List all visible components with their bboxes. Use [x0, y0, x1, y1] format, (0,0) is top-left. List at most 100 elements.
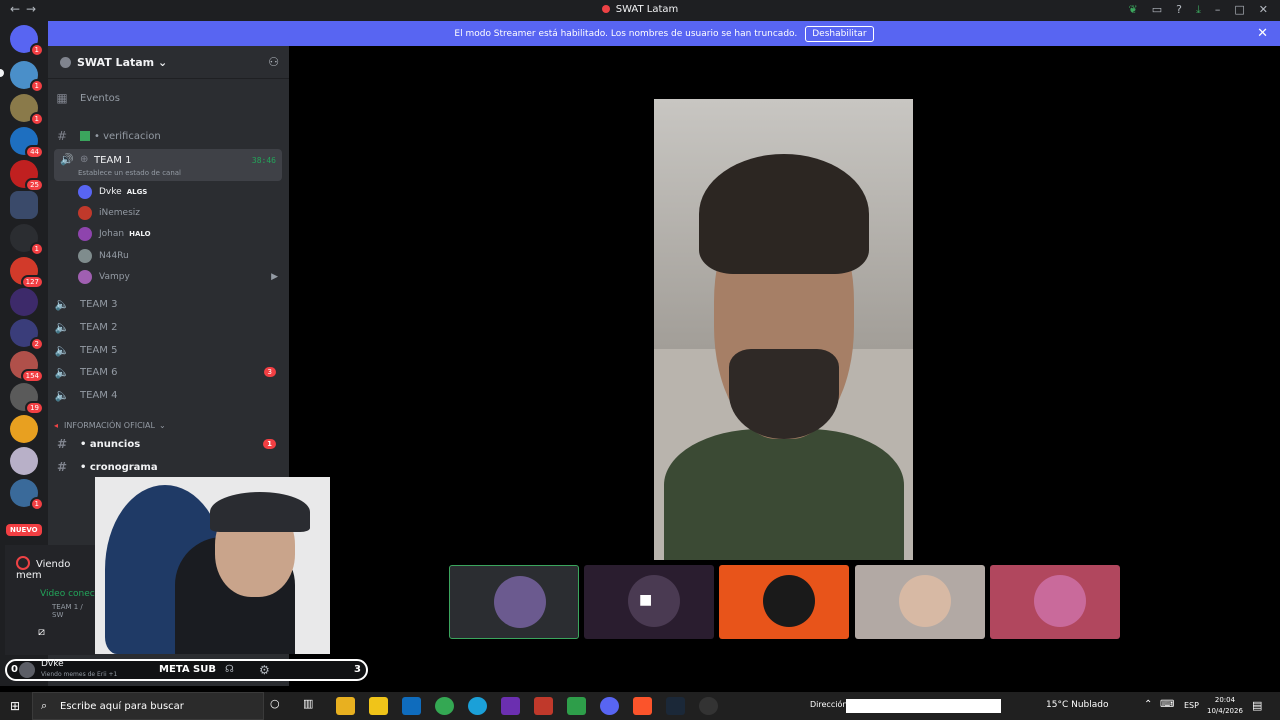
voice-channel-team3[interactable]: 🔈 TEAM 3: [54, 294, 282, 314]
address-input[interactable]: [846, 699, 1001, 713]
server-icon[interactable]: 25: [10, 160, 44, 192]
server-icon[interactable]: 127: [10, 257, 44, 289]
start-button[interactable]: ⊞: [10, 699, 20, 713]
avatar: [78, 249, 92, 263]
cortana-icon[interactable]: ○: [270, 697, 289, 715]
server-icon[interactable]: 1: [10, 224, 44, 256]
weather-widget[interactable]: 15°C Nublado: [1046, 700, 1108, 710]
category-info[interactable]: ◂ INFORMACIÓN OFICIAL ⌄: [54, 415, 282, 435]
address-label: Dirección: [810, 700, 848, 709]
participant-tile[interactable]: [719, 565, 849, 639]
server-icon[interactable]: 154: [10, 351, 44, 383]
server-icon[interactable]: [10, 191, 38, 219]
voice-member[interactable]: N44Ru: [78, 247, 129, 265]
close-icon[interactable]: ✕: [1257, 26, 1268, 41]
settings-gear-icon[interactable]: ⚙: [259, 663, 270, 677]
notification-icon[interactable]: ▤: [1252, 699, 1262, 712]
voice-channel-team2[interactable]: 🔈 TEAM 2: [54, 317, 282, 337]
keyboard-icon[interactable]: ⌨: [1160, 699, 1174, 710]
discord-home-icon[interactable]: 1: [10, 25, 44, 57]
channel-verificacion[interactable]: # • verificacion: [54, 126, 282, 146]
file-explorer-icon[interactable]: [336, 697, 355, 715]
minimize-button[interactable]: –: [1215, 3, 1221, 17]
camera-icon: ▶: [271, 272, 278, 282]
disable-button[interactable]: Deshabilitar: [805, 25, 874, 42]
discord-icon[interactable]: [600, 697, 619, 715]
download-icon[interactable]: ⤓: [1196, 3, 1201, 17]
channel-cronograma[interactable]: # • cronograma: [54, 457, 282, 477]
excel-icon[interactable]: [567, 697, 586, 715]
close-button[interactable]: ✕: [1259, 3, 1268, 17]
chrome-icon[interactable]: [435, 697, 454, 715]
voice-channel-team6[interactable]: 🔈 TEAM 63: [54, 362, 282, 382]
maximize-button[interactable]: □: [1234, 3, 1244, 17]
streamer-mode-banner: El modo Streamer está habilitado. Los no…: [48, 21, 1280, 46]
taskbar-apps: ○ ▥: [270, 697, 718, 715]
focused-video-stream[interactable]: [654, 99, 913, 560]
invite-people-icon[interactable]: ⚇: [268, 55, 279, 69]
server-icon[interactable]: [10, 288, 38, 316]
hash-icon: #: [56, 460, 68, 474]
left-counter: 0: [11, 664, 18, 675]
activity-status[interactable]: Viendo mem: [16, 556, 95, 581]
voice-channel-team1[interactable]: 🔊 ⊕ TEAM 1 Establece un estado de canal …: [54, 149, 282, 181]
participant-tile[interactable]: [990, 565, 1120, 639]
new-badge: NUEVO: [6, 524, 42, 536]
events-item[interactable]: ▦ Eventos: [54, 88, 282, 108]
server-icon[interactable]: 19: [10, 383, 44, 415]
opera-icon[interactable]: [534, 697, 553, 715]
server-icon[interactable]: [10, 415, 38, 443]
tray-chevron-icon[interactable]: ⌃: [1144, 699, 1152, 710]
brave-icon[interactable]: [633, 697, 652, 715]
banner-text: El modo Streamer está habilitado. Los no…: [454, 28, 798, 39]
inbox-icon[interactable]: ▭: [1152, 3, 1162, 17]
voice-member[interactable]: iNemesiz: [78, 204, 140, 222]
outlook-icon[interactable]: [402, 697, 421, 715]
server-icon[interactable]: 1: [10, 479, 44, 511]
meta-sub-label: META SUB: [159, 664, 216, 675]
server-header[interactable]: SWAT Latam ⌄ ⚇: [48, 46, 289, 79]
speaker-icon: 🔈: [54, 320, 70, 334]
search-icon: ⌕: [41, 699, 48, 712]
avatar: [628, 575, 680, 627]
server-icon[interactable]: 44: [10, 127, 44, 159]
avatar: [78, 185, 92, 199]
voice-member[interactable]: Johan HALO: [78, 225, 151, 243]
voice-connected[interactable]: Video conec: [40, 589, 95, 599]
server-icon[interactable]: 1: [10, 94, 44, 126]
steam-icon[interactable]: [666, 697, 685, 715]
voice-member[interactable]: Dvke ALGS: [78, 183, 147, 201]
media-icon[interactable]: [501, 697, 520, 715]
screen-off-icon[interactable]: ⧄: [38, 625, 45, 639]
user-status: Viendo memes de Erii +1: [41, 671, 118, 678]
server-icon[interactable]: [10, 447, 38, 475]
taskbar-search[interactable]: ⌕ Escribe aquí para buscar: [32, 692, 264, 720]
store-icon[interactable]: [369, 697, 388, 715]
language-indicator[interactable]: ESP: [1184, 701, 1199, 710]
voice-channel-team5[interactable]: 🔈 TEAM 5: [54, 340, 282, 360]
hash-icon: #: [56, 129, 68, 143]
voice-member[interactable]: Vampy ▶: [78, 268, 278, 286]
server-icon[interactable]: 2: [10, 319, 44, 351]
avatar: [1034, 575, 1086, 627]
server-name: SWAT Latam ⌄: [77, 55, 168, 69]
avatar: [78, 206, 92, 220]
edge-icon[interactable]: [468, 697, 487, 715]
calendar-icon: ▦: [56, 91, 68, 105]
server-icon[interactable]: 1: [10, 61, 44, 93]
task-view-icon[interactable]: ▥: [303, 697, 322, 715]
clock[interactable]: 20:04 10/4/2026: [1207, 695, 1243, 717]
speaker-icon: 🔈: [54, 388, 70, 402]
participant-tile[interactable]: [449, 565, 579, 639]
leaf-icon[interactable]: ❦: [1129, 3, 1138, 17]
avatar[interactable]: [19, 662, 35, 678]
participant-tile[interactable]: [855, 565, 985, 639]
avatar: [763, 575, 815, 627]
headphones-icon[interactable]: ☊: [225, 664, 234, 675]
obs-icon[interactable]: [699, 697, 718, 715]
help-icon[interactable]: ?: [1176, 3, 1182, 17]
voice-channel-team4[interactable]: 🔈 TEAM 4: [54, 385, 282, 405]
voice-status-panel: Viendo mem Video conec TEAM 1 / SW ⧄: [5, 545, 95, 655]
channel-anuncios[interactable]: # • anuncios 1: [54, 434, 282, 454]
participant-tile[interactable]: ■: [584, 565, 714, 639]
